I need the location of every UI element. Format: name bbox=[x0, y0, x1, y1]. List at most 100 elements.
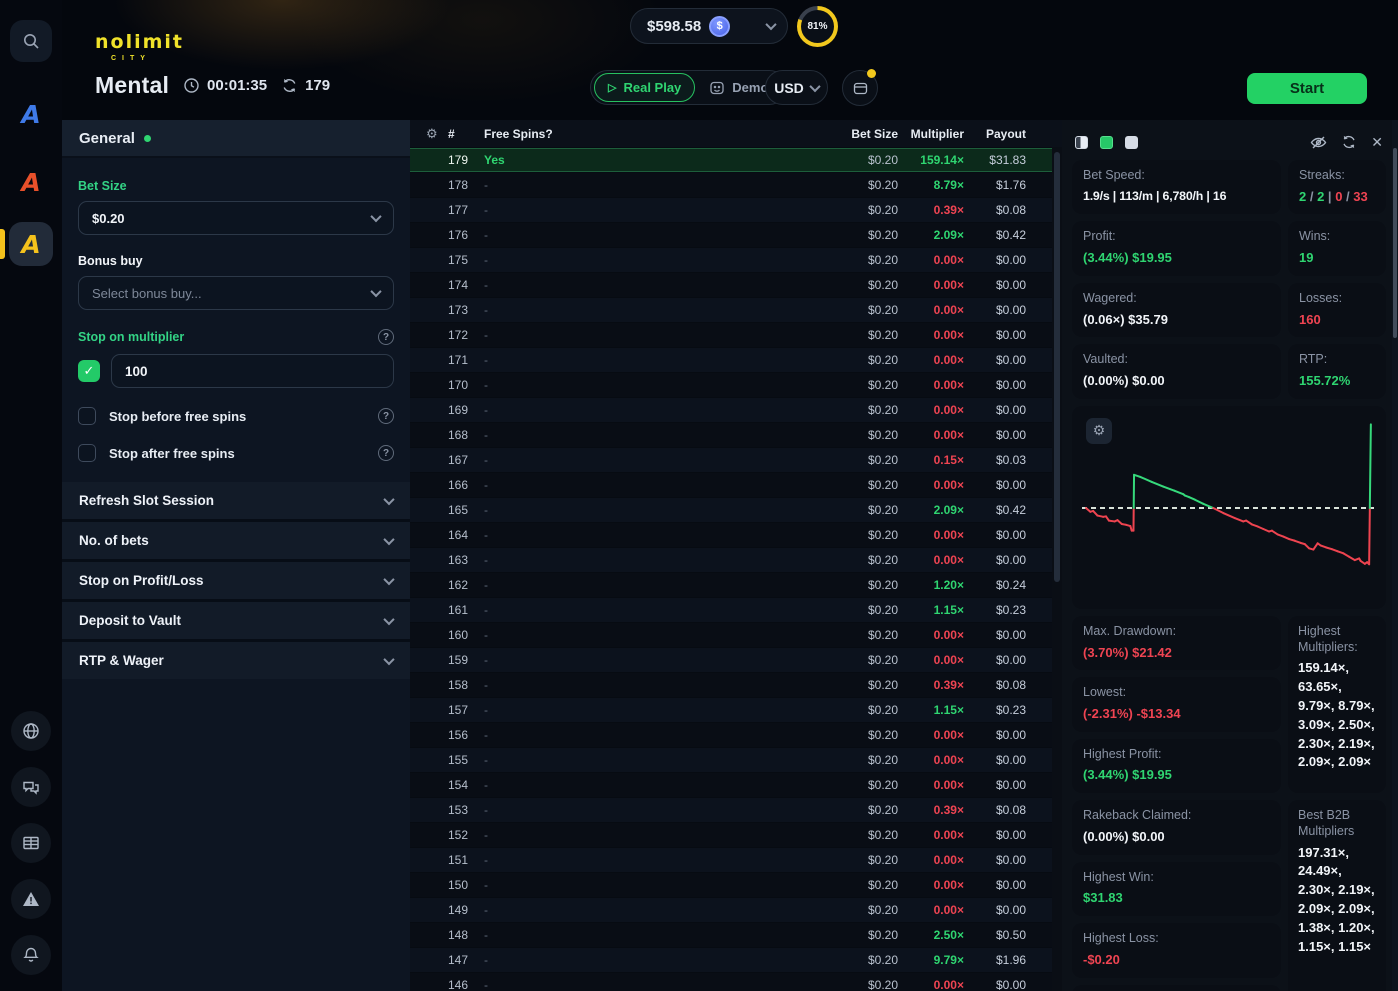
table-row[interactable]: 179Yes$0.20159.14×$31.83 bbox=[410, 148, 1062, 172]
table-row[interactable]: 163-$0.200.00×$0.00 bbox=[410, 548, 1062, 572]
table-settings-gear-icon[interactable]: ⚙ bbox=[426, 126, 448, 142]
history-button[interactable] bbox=[11, 823, 51, 863]
table-row[interactable]: 164-$0.200.00×$0.00 bbox=[410, 523, 1062, 547]
chevron-down-icon bbox=[370, 211, 381, 222]
alerts-button[interactable] bbox=[11, 879, 51, 919]
close-icon[interactable]: ✕ bbox=[1371, 135, 1383, 149]
row-number: 170 bbox=[448, 378, 484, 392]
stats-scrollbar[interactable] bbox=[1392, 120, 1398, 991]
start-button[interactable]: Start bbox=[1247, 73, 1367, 104]
table-row[interactable]: 150-$0.200.00×$0.00 bbox=[410, 873, 1062, 897]
table-row[interactable]: 158-$0.200.39×$0.08 bbox=[410, 673, 1062, 697]
table-row[interactable]: 156-$0.200.00×$0.00 bbox=[410, 723, 1062, 747]
content-row: General Bet Size $0.20 Bonus buy Select … bbox=[62, 120, 1398, 991]
search-icon bbox=[22, 32, 40, 50]
stop-after-checkbox[interactable] bbox=[78, 444, 96, 462]
table-row[interactable]: 174-$0.200.00×$0.00 bbox=[410, 273, 1062, 297]
accordion-no-of-bets[interactable]: No. of bets bbox=[62, 522, 410, 559]
table-row[interactable]: 147-$0.209.79×$1.96 bbox=[410, 948, 1062, 972]
language-button[interactable] bbox=[11, 711, 51, 751]
help-icon[interactable]: ? bbox=[378, 445, 394, 461]
stats-scrollbar-thumb[interactable] bbox=[1393, 148, 1397, 338]
row-number: 173 bbox=[448, 303, 484, 317]
balance-dropdown[interactable]: $598.58 $ bbox=[630, 8, 788, 44]
table-row[interactable]: 168-$0.200.00×$0.00 bbox=[410, 423, 1062, 447]
row-multiplier: 2.09× bbox=[898, 503, 964, 517]
table-row[interactable]: 172-$0.200.00×$0.00 bbox=[410, 323, 1062, 347]
help-icon[interactable]: ? bbox=[378, 408, 394, 424]
table-row[interactable]: 169-$0.200.00×$0.00 bbox=[410, 398, 1062, 422]
table-row[interactable]: 155-$0.200.00×$0.00 bbox=[410, 748, 1062, 772]
row-number: 155 bbox=[448, 753, 484, 767]
table-row[interactable]: 166-$0.200.00×$0.00 bbox=[410, 473, 1062, 497]
table-row[interactable]: 154-$0.200.00×$0.00 bbox=[410, 773, 1062, 797]
accordion-deposit-to-vault[interactable]: Deposit to Vault bbox=[62, 602, 410, 639]
bonus-progress-ring[interactable]: 81% bbox=[797, 6, 838, 47]
accordion-refresh-slot-session[interactable]: Refresh Slot Session bbox=[62, 482, 410, 519]
table-row[interactable]: 160-$0.200.00×$0.00 bbox=[410, 623, 1062, 647]
table-row[interactable]: 171-$0.200.00×$0.00 bbox=[410, 348, 1062, 372]
row-number: 167 bbox=[448, 453, 484, 467]
bonus-buy-select[interactable]: Select bonus buy... bbox=[78, 276, 394, 310]
table-row[interactable]: 159-$0.200.00×$0.00 bbox=[410, 648, 1062, 672]
layout-panel-active-icon[interactable] bbox=[1100, 136, 1113, 149]
row-bet-size: $0.20 bbox=[824, 378, 898, 392]
real-play-button[interactable]: ▷ Real Play bbox=[594, 73, 695, 102]
table-row[interactable]: 151-$0.200.00×$0.00 bbox=[410, 848, 1062, 872]
stop-multiplier-input[interactable]: 100 bbox=[111, 354, 394, 388]
accordion-stop-on-profit-loss[interactable]: Stop on Profit/Loss bbox=[62, 562, 410, 599]
table-row[interactable]: 161-$0.201.15×$0.23 bbox=[410, 598, 1062, 622]
table-row[interactable]: 177-$0.200.39×$0.08 bbox=[410, 198, 1062, 222]
eye-off-icon[interactable] bbox=[1310, 134, 1327, 151]
site-logo-blue[interactable]: A bbox=[9, 92, 53, 136]
site-logo-red[interactable]: A bbox=[9, 160, 53, 204]
layout-split-icon[interactable] bbox=[1075, 136, 1088, 149]
stat-card-highest-multipliers: Highest Multipliers:159.14×, 63.65×, 9.7… bbox=[1288, 616, 1386, 793]
row-payout: $1.76 bbox=[964, 178, 1026, 192]
table-row[interactable]: 175-$0.200.00×$0.00 bbox=[410, 248, 1062, 272]
wallet-button[interactable] bbox=[842, 70, 878, 106]
notifications-button[interactable] bbox=[11, 935, 51, 975]
chart-settings-button[interactable]: ⚙ bbox=[1086, 418, 1112, 444]
row-payout: $0.00 bbox=[964, 828, 1026, 842]
row-bet-size: $0.20 bbox=[824, 828, 898, 842]
table-row[interactable]: 157-$0.201.15×$0.23 bbox=[410, 698, 1062, 722]
search-button[interactable] bbox=[10, 20, 52, 62]
accordion-rtp-wager[interactable]: RTP & Wager bbox=[62, 642, 410, 679]
table-row[interactable]: 173-$0.200.00×$0.00 bbox=[410, 298, 1062, 322]
streak-part: / bbox=[1342, 189, 1353, 204]
table-row[interactable]: 167-$0.200.15×$0.03 bbox=[410, 448, 1062, 472]
stop-before-checkbox[interactable] bbox=[78, 407, 96, 425]
settings-section-header[interactable]: General bbox=[62, 120, 410, 158]
help-icon[interactable]: ? bbox=[378, 329, 394, 345]
table-row[interactable]: 165-$0.202.09×$0.42 bbox=[410, 498, 1062, 522]
row-bet-size: $0.20 bbox=[824, 778, 898, 792]
row-free-spins: - bbox=[484, 178, 824, 192]
table-row[interactable]: 148-$0.202.50×$0.50 bbox=[410, 923, 1062, 947]
stop-multiplier-checkbox-checked[interactable]: ✓ bbox=[78, 360, 100, 382]
table-scrollbar-thumb[interactable] bbox=[1054, 152, 1060, 582]
row-free-spins: - bbox=[484, 978, 824, 991]
chat-button[interactable] bbox=[11, 767, 51, 807]
table-row[interactable]: 162-$0.201.20×$0.24 bbox=[410, 573, 1062, 597]
bet-size-select[interactable]: $0.20 bbox=[78, 201, 394, 235]
table-row[interactable]: 146-$0.200.00×$0.00 bbox=[410, 973, 1062, 991]
table-row[interactable]: 149-$0.200.00×$0.00 bbox=[410, 898, 1062, 922]
stat-card-highest-bet: Highest Bet:$0.20 bbox=[1072, 985, 1281, 991]
row-free-spins: - bbox=[484, 778, 824, 792]
refresh-icon[interactable] bbox=[1341, 134, 1357, 150]
table-row[interactable]: 170-$0.200.00×$0.00 bbox=[410, 373, 1062, 397]
stats-header-actions: ✕ bbox=[1310, 134, 1383, 151]
site-logo-yellow-active[interactable]: A bbox=[9, 222, 53, 266]
table-row[interactable]: 176-$0.202.09×$0.42 bbox=[410, 223, 1062, 247]
table-row[interactable]: 178-$0.208.79×$1.76 bbox=[410, 173, 1062, 197]
table-row[interactable]: 152-$0.200.00×$0.00 bbox=[410, 823, 1062, 847]
chevron-down-icon bbox=[383, 493, 394, 504]
row-multiplier: 9.79× bbox=[898, 953, 964, 967]
currency-select[interactable]: USD bbox=[765, 70, 828, 105]
table-row[interactable]: 153-$0.200.39×$0.08 bbox=[410, 798, 1062, 822]
table-scrollbar[interactable] bbox=[1052, 147, 1062, 991]
row-number: 146 bbox=[448, 978, 484, 991]
layout-full-icon[interactable] bbox=[1125, 136, 1138, 149]
row-free-spins: - bbox=[484, 353, 824, 367]
